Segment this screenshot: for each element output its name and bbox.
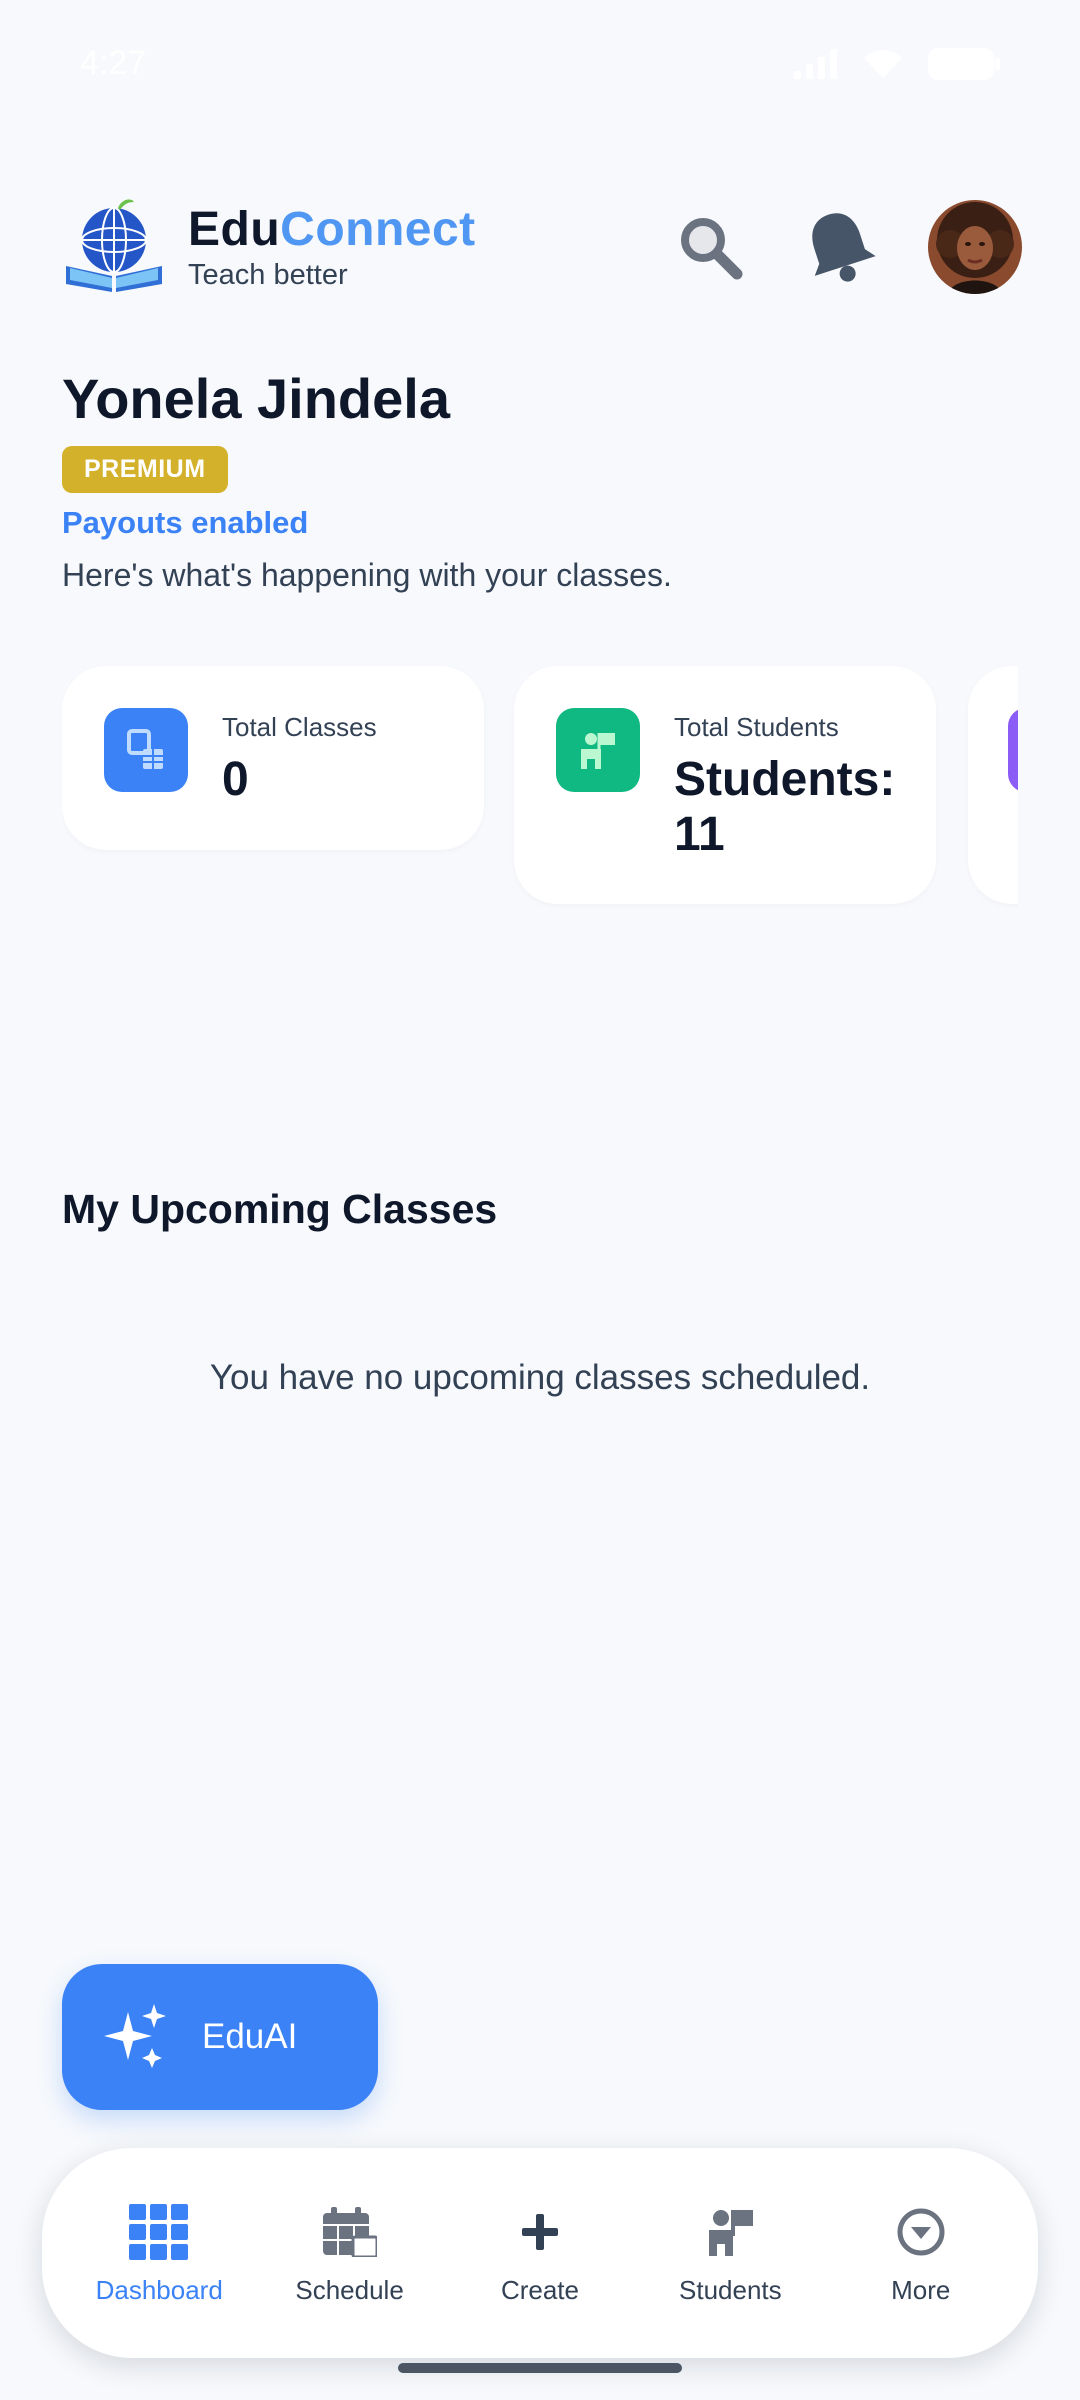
nav-dashboard[interactable]: Dashboard xyxy=(69,2201,249,2306)
nav-label: Dashboard xyxy=(95,2274,223,2305)
stat-card-total-students[interactable]: Total Students Students: 11 xyxy=(514,666,936,904)
status-time: 4:27 xyxy=(80,44,147,82)
grid-icon xyxy=(128,2201,190,2263)
plus-icon xyxy=(509,2201,571,2263)
upcoming-classes-title: My Upcoming Classes xyxy=(62,1186,498,1232)
students-icon xyxy=(556,708,640,792)
nav-label: Schedule xyxy=(295,2274,404,2305)
header-actions xyxy=(670,200,1022,294)
nav-schedule[interactable]: Schedule xyxy=(260,2201,440,2306)
app-header: EduConnect Teach better xyxy=(62,196,1022,300)
eduai-label: EduAI xyxy=(202,2017,298,2056)
status-bar: 4:27 xyxy=(0,0,1080,130)
stat-label: Total Classes xyxy=(222,712,377,742)
stat-icon xyxy=(1008,708,1018,792)
signal-icon xyxy=(794,49,837,79)
stat-label: Total Students xyxy=(674,712,839,742)
brand-name-edu: Edu xyxy=(188,203,281,256)
wifi-icon xyxy=(864,50,902,78)
nav-more[interactable]: More xyxy=(831,2201,1011,2306)
globe-book-logo xyxy=(66,199,162,292)
search-icon xyxy=(681,218,743,280)
profile-name: Yonela Jindela xyxy=(62,367,450,430)
eduai-button[interactable]: EduAI xyxy=(62,1964,378,2110)
students-icon xyxy=(699,2201,761,2263)
avatar-image xyxy=(928,200,1022,294)
nav-create[interactable]: Create xyxy=(450,2201,630,2306)
dashboard-screen: 4:27 EduConnect Teach better Yonela Jind… xyxy=(0,0,1080,2400)
chevron-circle-icon xyxy=(890,2201,952,2263)
battery-icon xyxy=(928,48,1000,80)
brand: EduConnect Teach better xyxy=(188,202,476,292)
avatar[interactable] xyxy=(928,200,1022,294)
upcoming-empty-message: You have no upcoming classes scheduled. xyxy=(209,1358,871,1397)
stat-card-total-classes[interactable]: Total Classes 0 xyxy=(62,666,484,850)
stats-carousel[interactable]: Total Classes 0 Total Students Students:… xyxy=(62,666,1018,916)
premium-badge: PREMIUM xyxy=(62,445,228,493)
search-button[interactable] xyxy=(670,207,750,287)
profile-section: Yonela Jindela PREMIUM Payouts enabled H… xyxy=(62,368,1022,594)
bottom-navigation: Dashboard Schedule Create Students More xyxy=(42,2148,1038,2358)
status-icons xyxy=(794,48,1000,80)
brand-name: EduConnect xyxy=(188,202,476,257)
bell-icon xyxy=(812,213,876,282)
stat-value: Students: 11 xyxy=(674,753,896,862)
nav-label: More xyxy=(891,2274,951,2305)
nav-label: Create xyxy=(500,2274,579,2305)
calendar-icon xyxy=(319,2201,381,2263)
sparkles-icon xyxy=(104,2004,166,2068)
home-indicator[interactable] xyxy=(398,2363,682,2373)
brand-name-connect: Connect xyxy=(280,203,476,256)
brand-tagline: Teach better xyxy=(188,259,348,291)
payouts-status: Payouts enabled xyxy=(62,504,309,540)
nav-students[interactable]: Students xyxy=(640,2201,820,2306)
classes-icon xyxy=(104,708,188,792)
stat-value: 0 xyxy=(222,753,249,806)
welcome-subtitle: Here's what's happening with your classe… xyxy=(62,556,672,593)
stat-card-partial[interactable] xyxy=(968,666,1018,904)
nav-label: Students xyxy=(679,2274,782,2305)
notifications-button[interactable] xyxy=(794,202,884,292)
